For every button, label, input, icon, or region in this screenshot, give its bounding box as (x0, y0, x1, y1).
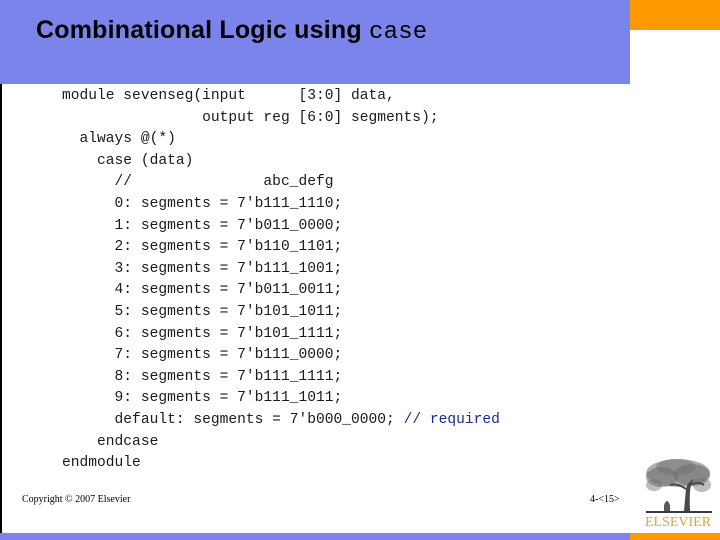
code-line: 9: segments = 7'b111_1011; (62, 388, 500, 410)
code-text: 3: segments = 7'b111_1001; (62, 260, 343, 277)
code-text: always @(*) (62, 131, 176, 148)
code-line: module sevenseg(input [3:0] data, (62, 86, 500, 108)
code-text: 7: segments = 7'b111_0000; (62, 347, 343, 364)
bottom-band (0, 533, 630, 540)
code-line: 2: segments = 7'b110_1101; (62, 237, 500, 259)
bottom-accent-bar (630, 533, 720, 540)
elsevier-logo: ELSEVIER (640, 455, 716, 531)
copyright-notice: Copyright © 2007 Elsevier (22, 494, 131, 505)
code-text: module sevenseg(input [3:0] data, (62, 88, 395, 104)
code-comment: // required (403, 411, 500, 428)
code-line: case (data) (62, 151, 500, 173)
code-line: output reg [6:0] segments); (62, 108, 500, 130)
code-text: endmodule (62, 455, 141, 472)
code-line: 6: segments = 7'b101_1111; (62, 324, 500, 346)
left-border-rule (0, 84, 2, 533)
code-line: 0: segments = 7'b111_1110; (62, 194, 500, 216)
code-text: output reg [6:0] segments); (62, 109, 439, 126)
code-text: 0: segments = 7'b111_1110; (62, 195, 343, 212)
code-text: 2: segments = 7'b110_1101; (62, 239, 343, 256)
code-line: always @(*) (62, 129, 500, 151)
code-text: 5: segments = 7'b101_1011; (62, 303, 343, 320)
slide-title: Combinational Logic using case (36, 16, 427, 46)
code-line: 4: segments = 7'b011_0011; (62, 280, 500, 302)
code-line: 8: segments = 7'b111_1111; (62, 367, 500, 389)
elsevier-tree-icon (646, 459, 712, 513)
verilog-code-block: module sevenseg(input [3:0] data, output… (62, 86, 500, 475)
top-accent-bar (630, 0, 720, 30)
page-number: 4-<15> (590, 494, 620, 505)
code-text: 8: segments = 7'b111_1111; (62, 368, 343, 385)
slide-title-text: Combinational Logic using (36, 16, 362, 44)
code-line: 3: segments = 7'b111_1001; (62, 259, 500, 281)
slide-title-code-word: case (368, 19, 428, 46)
code-line: endmodule (62, 453, 500, 475)
code-line: // abc_defg (62, 172, 500, 194)
code-line: 5: segments = 7'b101_1011; (62, 302, 500, 324)
elsevier-wordmark: ELSEVIER (644, 515, 712, 530)
code-text: case (data) (62, 152, 194, 169)
code-text: 6: segments = 7'b101_1111; (62, 325, 343, 342)
code-line: 7: segments = 7'b111_0000; (62, 345, 500, 367)
code-text: default: segments = 7'b000_0000; (62, 411, 404, 428)
code-line: default: segments = 7'b000_0000; // requ… (62, 410, 500, 432)
code-text: 4: segments = 7'b011_0011; (62, 282, 343, 299)
code-line: endcase (62, 432, 500, 454)
code-text: 1: segments = 7'b011_0000; (62, 217, 343, 234)
code-text: // abc_defg (62, 174, 334, 191)
code-text: endcase (62, 433, 159, 450)
code-line: 1: segments = 7'b011_0000; (62, 216, 500, 238)
code-text: 9: segments = 7'b111_1011; (62, 390, 343, 407)
